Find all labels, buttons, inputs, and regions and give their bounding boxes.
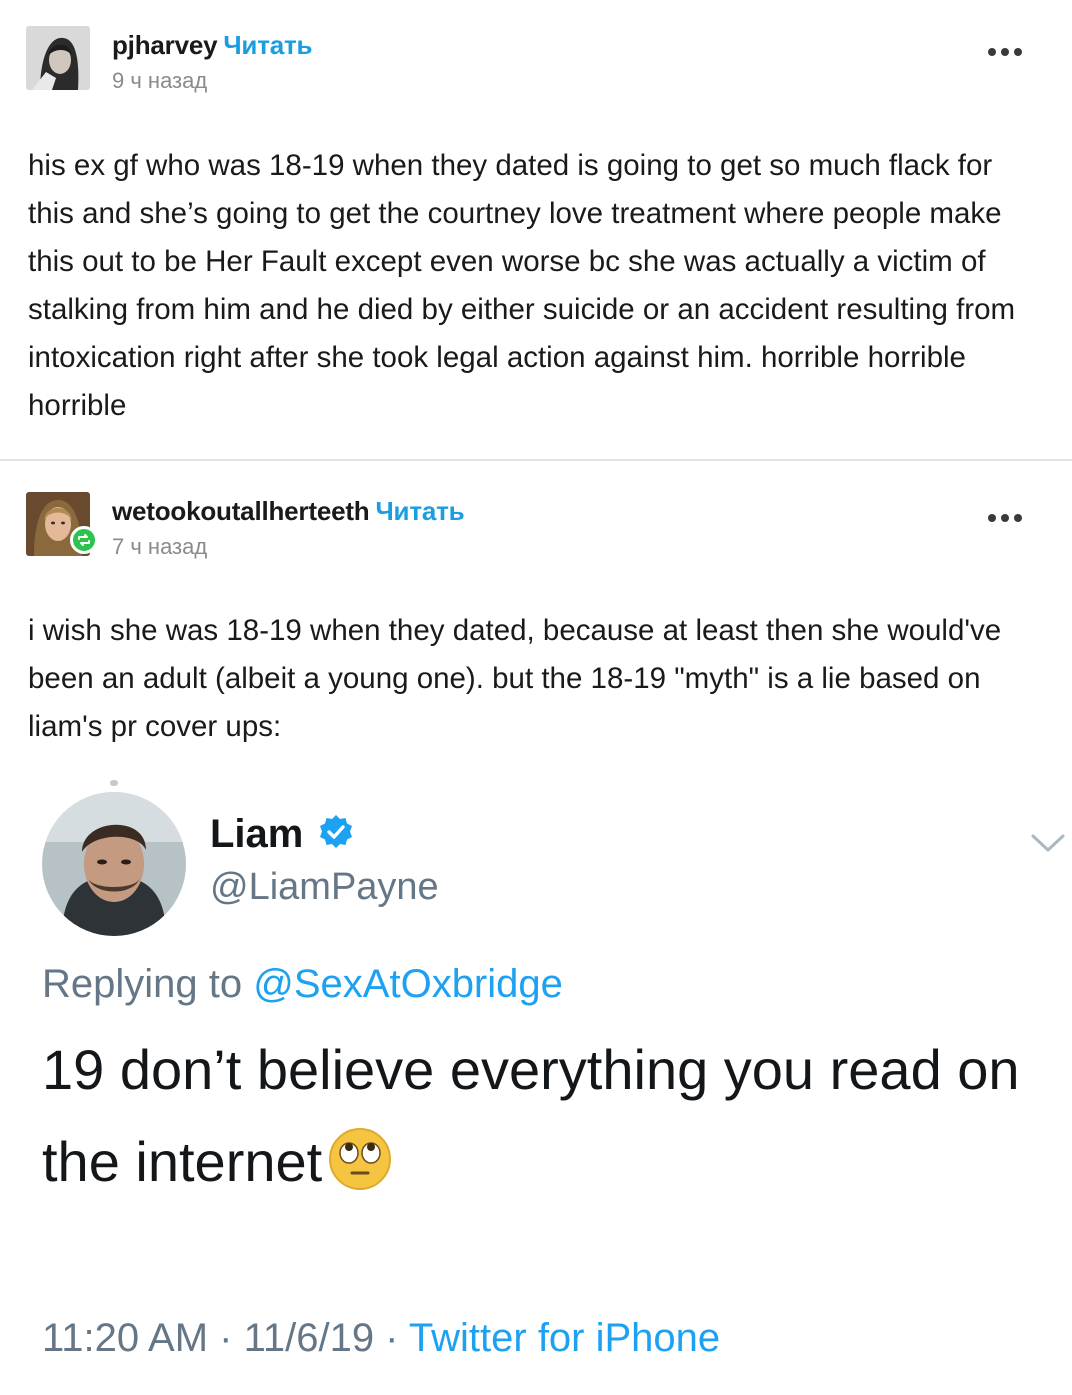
replying-to: Replying to @SexAtOxbridge bbox=[42, 962, 563, 1007]
tweet-text: 19 don’t believe everything you read on … bbox=[42, 1024, 1042, 1218]
follow-button[interactable]: Читать bbox=[223, 30, 312, 60]
reblog-icon bbox=[70, 526, 98, 554]
post-author: wetookoutallherteeth Читать bbox=[112, 496, 465, 527]
ellipsis-icon[interactable] bbox=[988, 46, 1028, 58]
scroll-indicator bbox=[110, 780, 118, 786]
replying-to-label: Replying to bbox=[42, 962, 243, 1006]
reply-handle: @SexAtOxbridge bbox=[253, 962, 563, 1006]
tweet-author-name-text: Liam bbox=[210, 812, 304, 856]
tweet-author-name: Liam bbox=[210, 812, 355, 861]
username-link[interactable]: pjharvey bbox=[112, 30, 218, 60]
tweet-author-handle: @LiamPayne bbox=[210, 866, 439, 908]
post-timestamp[interactable]: 9 ч назад bbox=[112, 68, 207, 94]
post-timestamp[interactable]: 7 ч назад bbox=[112, 534, 207, 560]
post-divider bbox=[0, 459, 1072, 461]
post-header: wetookoutallherteeth Читать 7 ч назад bbox=[26, 492, 1042, 562]
verified-badge-icon bbox=[317, 813, 355, 861]
tweet-screenshot: Liam @LiamPayne Replying to @SexAtOxbrid… bbox=[0, 778, 1072, 1395]
ellipsis-icon[interactable] bbox=[988, 512, 1028, 524]
username-link[interactable]: wetookoutallherteeth bbox=[112, 496, 370, 526]
tweet-source: Twitter for iPhone bbox=[408, 1316, 721, 1360]
post-text: i wish she was 18-19 when they dated, be… bbox=[28, 614, 1002, 743]
post-author: pjharvey Читать bbox=[112, 30, 313, 61]
tweet-avatar bbox=[42, 792, 186, 936]
chevron-down-icon bbox=[1030, 832, 1066, 859]
post-header: pjharvey Читать 9 ч назад bbox=[26, 26, 1042, 96]
avatar[interactable] bbox=[26, 26, 90, 90]
tweet-time: 11:20 AM · 11/6/19 · bbox=[42, 1316, 399, 1360]
follow-button[interactable]: Читать bbox=[375, 496, 464, 526]
post-text: his ex gf who was 18-19 when they dated … bbox=[28, 149, 1016, 422]
tweet-meta: 11:20 AM · 11/6/19 · Twitter for iPhone bbox=[42, 1316, 720, 1361]
rolling-eyes-emoji-icon bbox=[328, 1126, 392, 1218]
tweet-text-content: 19 don’t believe everything you read on … bbox=[42, 1038, 1020, 1193]
